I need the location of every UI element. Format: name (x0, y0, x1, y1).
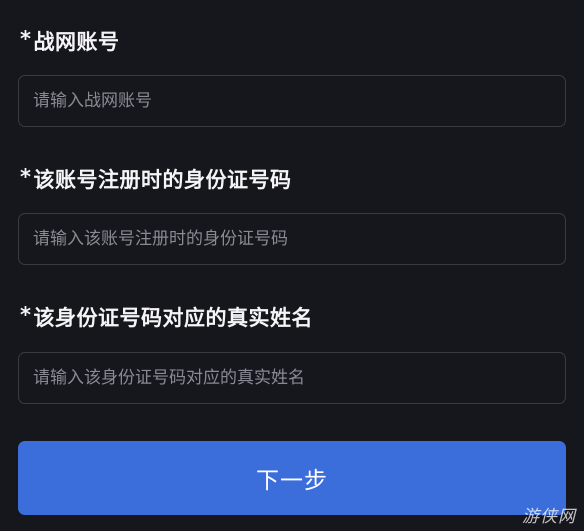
next-step-button[interactable]: 下一步 (18, 441, 566, 515)
label-text: 该账号注册时的身份证号码 (33, 168, 292, 192)
required-mark: * (20, 27, 32, 51)
field-label: * 该账号注册时的身份证号码 (18, 164, 566, 194)
site-watermark: 游侠网 (522, 507, 576, 527)
id-number-input[interactable] (18, 213, 566, 265)
required-mark: * (20, 303, 32, 327)
field-label: * 战网账号 (18, 26, 566, 56)
account-verify-screen: * 战网账号 * 该账号注册时的身份证号码 * 该身份证号码对应的真实姓名 下一… (0, 0, 584, 531)
required-mark: * (20, 165, 32, 189)
field-id-number: * 该账号注册时的身份证号码 (18, 164, 566, 194)
label-text: 该身份证号码对应的真实姓名 (33, 306, 313, 330)
field-real-name: * 该身份证号码对应的真实姓名 (18, 302, 566, 332)
real-name-input[interactable] (18, 352, 566, 404)
field-battlenet-account: * 战网账号 (18, 26, 566, 56)
label-text: 战网账号 (33, 30, 120, 54)
field-label: * 该身份证号码对应的真实姓名 (18, 302, 566, 332)
battlenet-account-input[interactable] (18, 75, 566, 127)
